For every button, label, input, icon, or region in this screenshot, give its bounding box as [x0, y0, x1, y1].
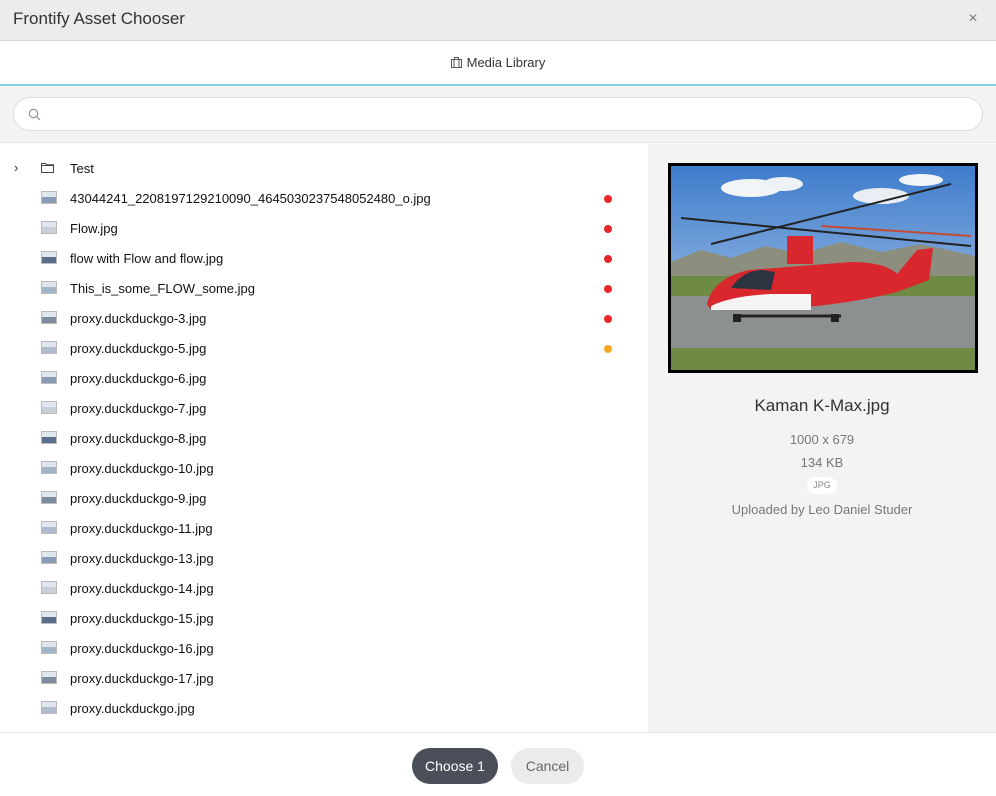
thumbnail-icon	[41, 641, 57, 654]
folder-label: Test	[70, 161, 94, 176]
file-row[interactable]: proxy.duckduckgo-17.jpg	[0, 663, 648, 693]
footer: Choose 1 Cancel	[0, 732, 996, 796]
preview-uploader: Uploaded by Leo Daniel Studer	[731, 502, 913, 517]
thumbnail-icon	[41, 221, 57, 234]
file-name: proxy.duckduckgo-9.jpg	[70, 491, 207, 506]
file-name: Flow.jpg	[70, 221, 118, 236]
folder-row-test[interactable]: › Test	[0, 153, 648, 183]
search-bar	[0, 87, 996, 143]
file-name: proxy.duckduckgo-11.jpg	[70, 521, 213, 536]
preview-panel: Kaman K-Max.jpg 1000 x 679 134 KB JPG Up…	[648, 144, 996, 732]
file-row[interactable]: proxy.duckduckgo-8.jpg	[0, 423, 648, 453]
title-bar: Frontify Asset Chooser ×	[0, 0, 996, 41]
file-row[interactable]: proxy.duckduckgo-15.jpg	[0, 603, 648, 633]
thumbnail-icon	[41, 611, 57, 624]
folder-icon	[41, 163, 54, 173]
file-row[interactable]: flow with Flow and flow.jpg	[0, 243, 648, 273]
preview-filesize: 134 KB	[800, 455, 844, 470]
chevron-right-icon[interactable]: ›	[14, 161, 26, 175]
file-row[interactable]: proxy.duckduckgo.jpg	[0, 693, 648, 723]
file-name: proxy.duckduckgo-7.jpg	[70, 401, 207, 416]
preview-filename: Kaman K-Max.jpg	[754, 396, 890, 415]
tab-label: Media Library	[466, 55, 546, 70]
file-row[interactable]: proxy.duckduckgo-14.jpg	[0, 573, 648, 603]
thumbnail-icon	[41, 581, 57, 594]
tab-bar: Media Library	[0, 41, 996, 86]
file-name: proxy.duckduckgo-17.jpg	[70, 671, 214, 686]
format-badge: JPG	[807, 477, 837, 494]
file-row[interactable]: This_is_some_FLOW_some.jpg	[0, 273, 648, 303]
file-row[interactable]: proxy.duckduckgo-10.jpg	[0, 453, 648, 483]
file-row[interactable]: proxy.duckduckgo-3.jpg	[0, 303, 648, 333]
status-dot	[604, 315, 612, 323]
thumbnail-icon	[41, 461, 57, 474]
file-row[interactable]: proxy.duckduckgo-16.jpg	[0, 633, 648, 663]
status-dot	[604, 345, 612, 353]
thumbnail-icon	[41, 251, 57, 264]
status-dot	[604, 195, 612, 203]
file-name: proxy.duckduckgo-13.jpg	[70, 551, 214, 566]
search-icon	[28, 108, 41, 121]
file-name: proxy.duckduckgo-3.jpg	[70, 311, 207, 326]
file-row[interactable]: proxy.duckduckgo-11.jpg	[0, 513, 648, 543]
file-name: flow with Flow and flow.jpg	[70, 251, 224, 266]
preview-image	[668, 163, 978, 373]
asset-list: › Test 43044241_2208197129210090_4645030…	[0, 144, 648, 732]
file-name: proxy.duckduckgo-15.jpg	[70, 611, 214, 626]
file-name: proxy.duckduckgo-14.jpg	[70, 581, 214, 596]
thumbnail-icon	[41, 371, 57, 384]
thumbnail-icon	[41, 191, 57, 204]
thumbnail-icon	[41, 431, 57, 444]
search-box[interactable]	[13, 97, 983, 131]
status-dot	[604, 225, 612, 233]
file-name: proxy.duckduckgo-10.jpg	[70, 461, 214, 476]
file-row[interactable]: Flow.jpg	[0, 213, 648, 243]
thumbnail-icon	[41, 311, 57, 324]
file-name: proxy.duckduckgo.jpg	[70, 701, 195, 716]
file-row[interactable]: 43044241_2208197129210090_46450302375480…	[0, 183, 648, 213]
file-row[interactable]: proxy.duckduckgo-9.jpg	[0, 483, 648, 513]
thumbnail-icon	[41, 701, 57, 714]
status-dot	[604, 285, 612, 293]
file-name: proxy.duckduckgo-8.jpg	[70, 431, 207, 446]
search-input[interactable]	[52, 104, 962, 126]
file-name: proxy.duckduckgo-5.jpg	[70, 341, 207, 356]
thumbnail-icon	[41, 401, 57, 414]
briefcase-icon	[450, 57, 462, 68]
file-name: This_is_some_FLOW_some.jpg	[70, 281, 255, 296]
choose-button[interactable]: Choose 1	[412, 748, 498, 784]
cancel-button[interactable]: Cancel	[511, 748, 584, 784]
window-title: Frontify Asset Chooser	[13, 9, 185, 28]
thumbnail-icon	[41, 341, 57, 354]
file-row[interactable]: proxy.duckduckgo-7.jpg	[0, 393, 648, 423]
thumbnail-icon	[41, 551, 57, 564]
tab-media-library[interactable]: Media Library	[0, 55, 996, 70]
thumbnail-icon	[41, 281, 57, 294]
thumbnail-icon	[41, 491, 57, 504]
status-dot	[604, 255, 612, 263]
preview-dimensions: 1000 x 679	[789, 432, 855, 447]
thumbnail-icon	[41, 671, 57, 684]
file-row[interactable]: proxy.duckduckgo-6.jpg	[0, 363, 648, 393]
close-icon[interactable]: ×	[966, 11, 980, 27]
file-row[interactable]: proxy.duckduckgo-13.jpg	[0, 543, 648, 573]
file-row[interactable]: proxy.duckduckgo-5.jpg	[0, 333, 648, 363]
thumbnail-icon	[41, 521, 57, 534]
file-name: proxy.duckduckgo-6.jpg	[70, 371, 207, 386]
file-name: proxy.duckduckgo-16.jpg	[70, 641, 214, 656]
file-name: 43044241_2208197129210090_46450302375480…	[70, 191, 431, 206]
